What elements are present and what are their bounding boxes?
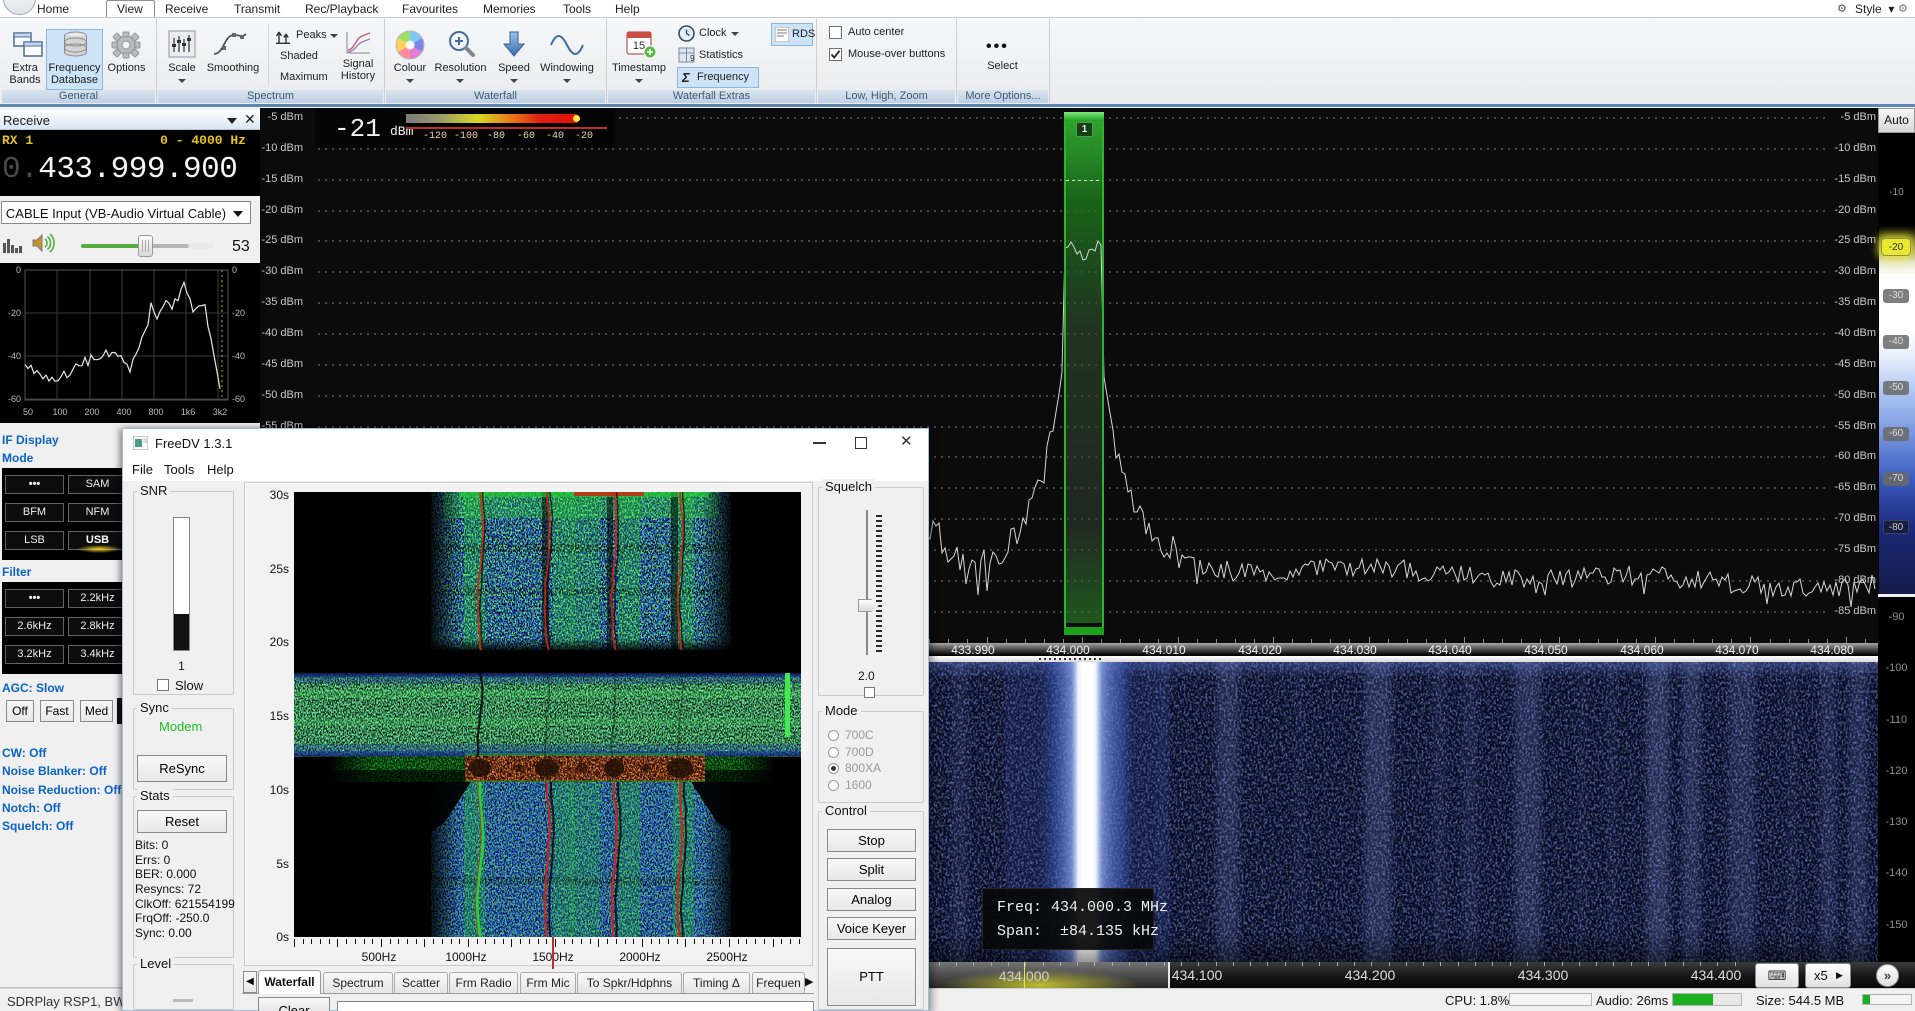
svg-text:100: 100	[52, 407, 67, 417]
svg-text:800: 800	[148, 407, 163, 417]
svg-text:-60: -60	[232, 394, 245, 404]
svg-text:0: 0	[16, 265, 21, 275]
svg-text:400: 400	[116, 407, 131, 417]
svg-text:-40: -40	[232, 351, 245, 361]
svg-text:-40: -40	[8, 351, 21, 361]
svg-text:1k6: 1k6	[181, 407, 196, 417]
svg-text:3k2: 3k2	[213, 407, 228, 417]
svg-text:-20: -20	[8, 308, 21, 318]
svg-text:200: 200	[84, 407, 99, 417]
svg-text:-60: -60	[8, 394, 21, 404]
svg-text:9: 9	[690, 54, 695, 63]
svg-text:15: 15	[633, 40, 645, 52]
svg-text:0: 0	[232, 265, 237, 275]
svg-text:-20: -20	[232, 308, 245, 318]
svg-text:50: 50	[23, 407, 33, 417]
